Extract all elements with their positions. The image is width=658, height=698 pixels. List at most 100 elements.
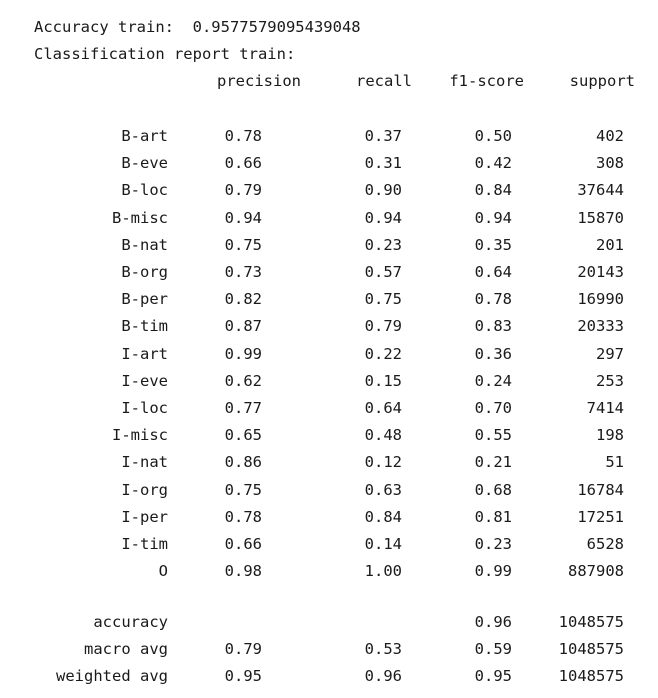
row-support: 6528 — [586, 535, 624, 553]
summary-row-support: 1048575 — [558, 640, 624, 658]
row-support: 16784 — [577, 480, 624, 499]
row-f1-score: 0.94 — [474, 208, 512, 227]
row-f1-score: 0.42 — [474, 154, 512, 173]
row-precision: 0.62 — [224, 371, 262, 390]
row-recall: 0.57 — [364, 263, 402, 281]
row-support: 20143 — [577, 263, 624, 281]
summary-row-recall: 0.53 — [364, 640, 402, 658]
row-recall: 0.37 — [364, 127, 402, 145]
row-f1-score: 0.84 — [474, 181, 512, 200]
row-recall: 0.84 — [364, 507, 402, 526]
row-label: B-per — [121, 290, 168, 309]
row-label: B-misc — [112, 208, 168, 227]
row-precision: 0.78 — [224, 127, 262, 145]
row-precision: 0.99 — [224, 344, 262, 363]
accuracy-line: Accuracy train: 0.9577579095439048 — [34, 18, 361, 36]
row-support: 201 — [596, 235, 624, 254]
row-recall: 0.23 — [364, 235, 402, 254]
row-label: B-loc — [121, 181, 168, 200]
row-recall: 0.15 — [364, 371, 402, 390]
row-label: I-tim — [121, 535, 168, 553]
row-label: I-org — [121, 480, 168, 499]
row-f1-score: 0.55 — [474, 426, 512, 445]
summary-row-precision: 0.95 — [224, 667, 262, 685]
summary-row-label: macro avg — [84, 640, 168, 658]
row-f1-score: 0.81 — [474, 507, 512, 526]
row-recall: 0.94 — [364, 208, 402, 227]
row-recall: 0.63 — [364, 480, 402, 499]
row-f1-score: 0.83 — [474, 317, 512, 336]
row-support: 7414 — [586, 399, 624, 417]
row-recall: 0.64 — [364, 399, 402, 417]
row-support: 297 — [596, 344, 624, 363]
row-label: I-eve — [121, 371, 168, 390]
row-support: 308 — [596, 154, 624, 173]
row-recall: 0.14 — [364, 535, 402, 553]
row-precision: 0.86 — [224, 453, 262, 472]
row-precision: 0.77 — [224, 399, 262, 417]
row-support: 402 — [596, 127, 624, 145]
row-recall: 1.00 — [364, 562, 402, 581]
row-recall: 0.22 — [364, 344, 402, 363]
row-precision: 0.73 — [224, 263, 262, 281]
summary-row-f1-score: 0.95 — [474, 667, 512, 685]
row-f1-score: 0.70 — [474, 399, 512, 417]
row-f1-score: 0.23 — [474, 535, 512, 553]
row-support: 51 — [605, 453, 624, 472]
summary-row-support: 1048575 — [558, 667, 624, 685]
row-f1-score: 0.78 — [474, 290, 512, 309]
row-f1-score: 0.68 — [474, 480, 512, 499]
header-support: support — [569, 72, 635, 90]
row-precision: 0.66 — [224, 535, 262, 553]
row-precision: 0.98 — [224, 562, 262, 581]
row-precision: 0.75 — [224, 480, 262, 499]
row-label: I-art — [121, 344, 168, 363]
summary-row-label: weighted avg — [56, 667, 168, 685]
row-support: 887908 — [568, 562, 624, 581]
row-label: B-nat — [121, 235, 168, 254]
summary-row-f1-score: 0.59 — [474, 640, 512, 658]
row-label: B-art — [121, 127, 168, 145]
report-title: Classification report train: — [34, 45, 296, 63]
row-f1-score: 0.36 — [474, 344, 512, 363]
row-support: 16990 — [577, 290, 624, 309]
summary-row-precision: 0.79 — [224, 640, 262, 658]
row-precision: 0.87 — [224, 317, 262, 336]
summary-row-recall: 0.96 — [364, 667, 402, 685]
row-precision: 0.94 — [224, 208, 262, 227]
row-precision: 0.75 — [224, 235, 262, 254]
row-f1-score: 0.24 — [474, 371, 512, 390]
row-precision: 0.66 — [224, 154, 262, 173]
row-precision: 0.82 — [224, 290, 262, 309]
row-label: O — [158, 562, 168, 581]
row-precision: 0.78 — [224, 507, 262, 526]
row-f1-score: 0.99 — [474, 562, 512, 581]
row-f1-score: 0.21 — [474, 453, 512, 472]
row-label: I-loc — [121, 399, 168, 417]
row-f1-score: 0.50 — [474, 127, 512, 145]
row-recall: 0.48 — [364, 426, 402, 445]
row-support: 20333 — [577, 317, 624, 336]
row-label: I-misc — [112, 426, 168, 445]
summary-row-label: accuracy — [93, 613, 168, 631]
row-support: 15870 — [577, 208, 624, 227]
summary-row-support: 1048575 — [558, 613, 624, 631]
row-support: 198 — [596, 426, 624, 445]
row-recall: 0.79 — [364, 317, 402, 336]
row-f1-score: 0.35 — [474, 235, 512, 254]
row-label: I-per — [121, 507, 168, 526]
row-label: B-tim — [121, 317, 168, 336]
row-support: 37644 — [577, 181, 624, 200]
row-label: B-eve — [121, 154, 168, 173]
row-f1-score: 0.64 — [474, 263, 512, 281]
header-precision: precision — [217, 72, 301, 90]
summary-row-f1-score: 0.96 — [474, 613, 512, 631]
header-recall: recall — [356, 72, 412, 90]
row-recall: 0.75 — [364, 290, 402, 309]
row-recall: 0.31 — [364, 154, 402, 173]
row-label: I-nat — [121, 453, 168, 472]
row-precision: 0.65 — [224, 426, 262, 445]
row-support: 17251 — [577, 507, 624, 526]
row-recall: 0.12 — [364, 453, 402, 472]
header-f1-score: f1-score — [449, 72, 524, 90]
